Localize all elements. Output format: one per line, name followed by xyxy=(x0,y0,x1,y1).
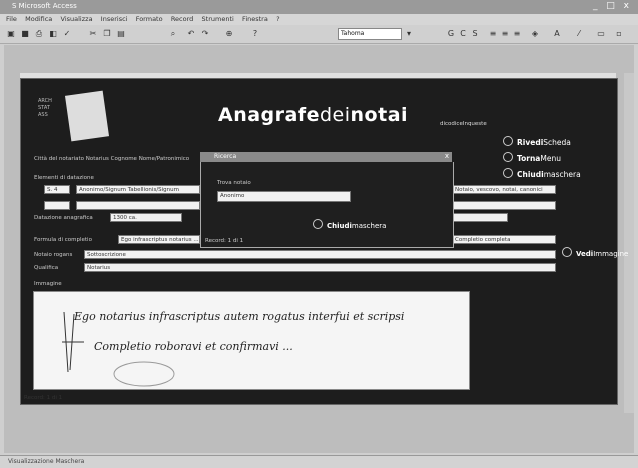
radio-icon xyxy=(313,219,323,229)
preview-icon[interactable]: ◧ xyxy=(48,29,58,38)
field-qualifications[interactable]: Notaio, vescovo, notai, canonici xyxy=(452,185,556,194)
manuscript-logo-image xyxy=(64,90,110,142)
align-right-icon[interactable]: ≡ xyxy=(512,29,522,38)
link-icon[interactable]: ⊕ xyxy=(224,29,234,38)
help-icon[interactable]: ? xyxy=(250,29,260,38)
field-label-notary: Notaio rogans xyxy=(34,252,73,258)
field-signum-2[interactable] xyxy=(76,201,200,210)
spell-icon[interactable]: ✓ xyxy=(62,29,72,38)
field-signum[interactable]: Anonimo/Signum Tabellionis/Signum xyxy=(76,185,200,194)
dialog-title: Ricerca xyxy=(214,153,237,160)
option-review-record[interactable]: RivediScheda xyxy=(503,136,571,147)
menu-item-insert[interactable]: Inserisci xyxy=(101,15,128,23)
field-completio[interactable]: Ego infrascriptus notarius ... xyxy=(118,235,200,244)
field-number-2[interactable] xyxy=(44,201,70,210)
radio-icon xyxy=(503,168,513,178)
field-subscription[interactable]: Sottoscrizione xyxy=(84,250,556,259)
find-icon[interactable]: ⌕ xyxy=(168,29,178,38)
section-label-dating: Elementi di datazione xyxy=(34,175,94,181)
font-color-icon[interactable]: A xyxy=(552,29,562,38)
manuscript-image: Ego notarius infrascriptus autem rogatus… xyxy=(33,291,470,390)
menu-item-format[interactable]: Formato xyxy=(136,15,163,23)
print-icon[interactable]: ⎙ xyxy=(34,29,44,38)
field-number[interactable]: S. 4 xyxy=(44,185,70,194)
toolbar: ▣ ■ ⎙ ◧ ✓ ✂ ❐ ▤ ⌕ ↶ ↷ ⊕ ? Tahoma ▾ G C S… xyxy=(0,25,638,44)
field-qualifica[interactable]: Notarius xyxy=(84,263,556,272)
undo-icon[interactable]: ↶ xyxy=(186,29,196,38)
save-icon[interactable]: ■ xyxy=(20,29,30,38)
border-icon[interactable]: ▭ xyxy=(596,29,606,38)
dialog-search-input[interactable]: Anonimo xyxy=(217,191,351,202)
radio-icon xyxy=(503,152,513,162)
field-date-right[interactable] xyxy=(452,213,508,222)
effects-icon[interactable]: ▫ xyxy=(614,29,624,38)
dialog-field-label: Trova notaio xyxy=(217,180,251,186)
bold-icon[interactable]: G xyxy=(446,29,456,38)
window-controls[interactable]: _ □ x xyxy=(593,1,632,11)
status-bar: Visualizzazione Maschera xyxy=(0,455,638,468)
radio-icon xyxy=(503,136,513,146)
page-title: Anagrafedeinotai xyxy=(218,104,409,126)
field-qualifications-2[interactable] xyxy=(452,201,556,210)
signum-drawing xyxy=(62,311,175,387)
redo-icon[interactable]: ↷ xyxy=(200,29,210,38)
title-bar: S Microsoft Access _ □ x xyxy=(0,0,638,14)
line-color-icon[interactable]: ⁄ xyxy=(574,29,584,38)
field-completio-right[interactable]: Completio completa xyxy=(452,235,556,244)
search-dialog: Trova notaio Anonimo Chiudimaschera Reco… xyxy=(200,162,454,248)
option-back-to-menu[interactable]: TornaMenu xyxy=(503,152,561,163)
view-icon[interactable]: ▣ xyxy=(6,29,16,38)
dialog-close-icon[interactable]: x xyxy=(445,152,449,160)
field-label-city: Città del notariato Notarius Cognome Nom… xyxy=(34,156,190,162)
archive-logo-text: ARCH STAT ASS xyxy=(38,98,52,118)
view-image-button[interactable]: VediImmagine xyxy=(562,247,628,258)
field-label-qualifica: Qualifica xyxy=(34,265,59,271)
italic-icon[interactable]: C xyxy=(458,29,468,38)
field-label-image: Immagine xyxy=(34,281,62,287)
align-left-icon[interactable]: ≡ xyxy=(488,29,498,38)
menu-item-edit[interactable]: Modifica xyxy=(25,15,52,23)
status-text: Visualizzazione Maschera xyxy=(8,458,85,465)
menu-item-records[interactable]: Record xyxy=(171,15,193,23)
vertical-scrollbar[interactable] xyxy=(624,73,634,413)
dialog-close-button[interactable]: Chiudimaschera xyxy=(313,219,386,230)
page-subtitle: dicodiceInqueste xyxy=(440,121,487,127)
align-center-icon[interactable]: ≡ xyxy=(500,29,510,38)
menu-item-file[interactable]: File xyxy=(6,15,17,23)
fill-color-icon[interactable]: ◈ xyxy=(530,29,540,38)
menu-item-window[interactable]: Finestra xyxy=(242,15,268,23)
font-size-icon[interactable]: ▾ xyxy=(404,29,414,38)
option-close-form[interactable]: Chiudimaschera xyxy=(503,168,581,179)
record-navigator[interactable]: Record: 1 di 1 xyxy=(24,395,62,401)
field-label-completio: Formula di completio xyxy=(34,237,92,243)
cut-icon[interactable]: ✂ xyxy=(88,29,98,38)
dialog-record-nav: Record: 1 di 1 xyxy=(205,238,244,244)
font-select[interactable]: Tahoma xyxy=(338,28,402,40)
paste-icon[interactable]: ▤ xyxy=(116,29,126,38)
dialog-titlebar: Ricerca x xyxy=(200,152,452,162)
menu-item-tools[interactable]: Strumenti xyxy=(202,15,234,23)
field-label-date: Datazione anagrafica xyxy=(34,215,93,221)
radio-icon xyxy=(562,247,572,257)
copy-icon[interactable]: ❐ xyxy=(102,29,112,38)
menu-bar: File Modifica Visualizza Inserisci Forma… xyxy=(0,14,638,25)
menu-item-view[interactable]: Visualizza xyxy=(61,15,93,23)
menu-item-help[interactable]: ? xyxy=(276,15,279,23)
field-date[interactable]: 1300 ca. xyxy=(110,213,182,222)
underline-icon[interactable]: S xyxy=(470,29,480,38)
window-title: S Microsoft Access xyxy=(12,2,77,10)
